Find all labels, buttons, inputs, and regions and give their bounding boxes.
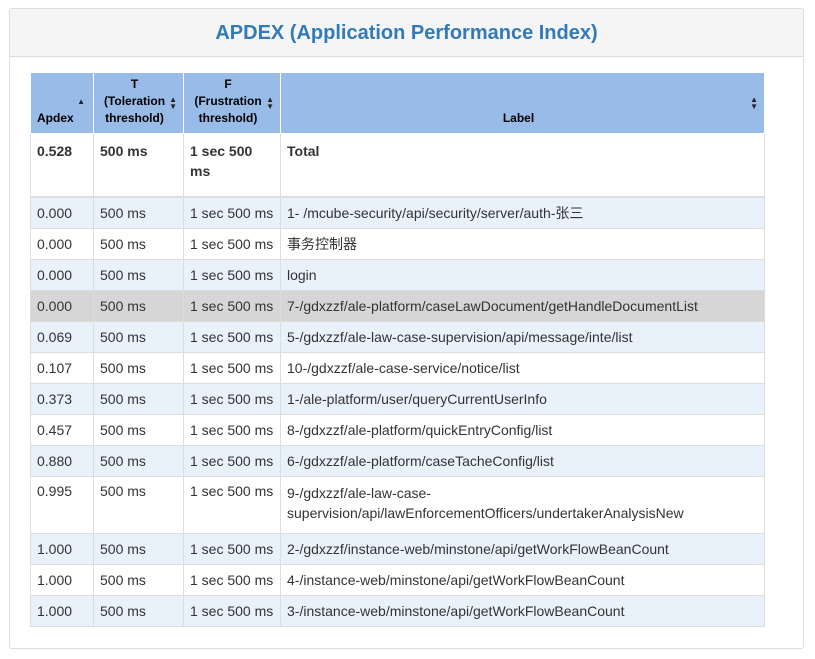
cell-frustration: 1 sec 500 ms [183, 321, 281, 353]
cell-toleration: 500 ms [93, 259, 184, 291]
cell-label: 5-/gdxzzf/ale-law-case-supervision/api/m… [280, 321, 765, 353]
cell-toleration: 500 ms [93, 352, 184, 384]
sort-both-icon: ▲ ▼ [266, 95, 274, 111]
cell-frustration: 1 sec 500 ms [183, 290, 281, 322]
cell-frustration: 1 sec 500 ms [183, 352, 281, 384]
table-row[interactable]: 0.457 500 ms 1 sec 500 ms 8-/gdxzzf/ale-pla… [30, 414, 765, 446]
total-apdex: 0.528 [30, 133, 94, 198]
cell-apdex: 1.000 [30, 595, 94, 627]
cell-frustration: 1 sec 500 ms [183, 564, 281, 596]
total-frustration: 1 sec 500 ms [183, 133, 281, 198]
cell-frustration: 1 sec 500 ms [183, 196, 281, 229]
header-apdex[interactable]: Apdex ▲ [30, 72, 94, 134]
header-toleration[interactable]: T (Toleration threshold) ▲ ▼ [93, 72, 184, 134]
cell-label: 6-/gdxzzf/ale-platform/caseTacheConfig/l… [280, 445, 765, 477]
cell-toleration: 500 ms [93, 414, 184, 446]
cell-label: 2-/gdxzzf/instance-web/minstone/api/getW… [280, 533, 765, 565]
cell-toleration: 500 ms [93, 533, 184, 565]
cell-frustration: 1 sec 500 ms [183, 445, 281, 477]
cell-apdex: 0.000 [30, 196, 94, 229]
header-label-text: Label [502, 111, 535, 125]
table-row[interactable]: 1.000 500 ms 1 sec 500 ms 4-/instance-web/m… [30, 564, 765, 596]
table-row[interactable]: 0.069 500 ms 1 sec 500 ms 5-/gdxzzf/ale-law… [30, 321, 765, 353]
total-row: 0.528 500 ms 1 sec 500 ms Total [30, 133, 765, 198]
cell-frustration: 1 sec 500 ms [183, 414, 281, 446]
table-row[interactable]: 0.373 500 ms 1 sec 500 ms 1-/ale-platform/u… [30, 383, 765, 415]
panel-title: APDEX (Application Performance Index) [215, 22, 598, 44]
cell-frustration: 1 sec 500 ms [183, 476, 281, 534]
sort-asc-icon: ▲ [77, 97, 85, 106]
table-row[interactable]: 0.995 500 ms 1 sec 500 ms 9-/gdxzzf/ale-law… [30, 476, 765, 534]
cell-label: 3-/instance-web/minstone/api/getWorkFlow… [280, 595, 765, 627]
table-row[interactable]: 1.000 500 ms 1 sec 500 ms 3-/instance-web/m… [30, 595, 765, 627]
cell-label: 9-/gdxzzf/ale-law-case-supervision/api/l… [280, 476, 765, 534]
sort-both-icon: ▲ ▼ [169, 95, 177, 111]
cell-apdex: 0.373 [30, 383, 94, 415]
cell-toleration: 500 ms [93, 383, 184, 415]
cell-label: 4-/instance-web/minstone/api/getWorkFlow… [280, 564, 765, 596]
header-apdex-label: Apdex [37, 111, 74, 125]
cell-apdex: 0.880 [30, 445, 94, 477]
table-row[interactable]: 0.000 500 ms 1 sec 500 ms 7-/gdxzzf/ale-pla… [30, 290, 765, 322]
cell-toleration: 500 ms [93, 228, 184, 260]
cell-frustration: 1 sec 500 ms [183, 228, 281, 260]
cell-toleration: 500 ms [93, 595, 184, 627]
cell-apdex: 0.000 [30, 228, 94, 260]
cell-label: 10-/gdxzzf/ale-case-service/notice/list [280, 352, 765, 384]
cell-toleration: 500 ms [93, 445, 184, 477]
cell-label: 8-/gdxzzf/ale-platform/quickEntryConfig/… [280, 414, 765, 446]
cell-toleration: 500 ms [93, 476, 184, 534]
cell-apdex: 0.069 [30, 321, 94, 353]
cell-label: login [280, 259, 765, 291]
cell-apdex: 1.000 [30, 564, 94, 596]
cell-label: 1- /mcube-security/api/security/server/a… [280, 196, 765, 229]
cell-toleration: 500 ms [93, 321, 184, 353]
table-row[interactable]: 0.107 500 ms 1 sec 500 ms 10-/gdxzzf/ale-ca… [30, 352, 765, 384]
cell-toleration: 500 ms [93, 290, 184, 322]
cell-apdex: 1.000 [30, 533, 94, 565]
cell-frustration: 1 sec 500 ms [183, 259, 281, 291]
total-toleration: 500 ms [93, 133, 184, 198]
cell-apdex: 0.000 [30, 259, 94, 291]
cell-label: 7-/gdxzzf/ale-platform/caseLawDocument/g… [280, 290, 765, 322]
cell-apdex: 0.457 [30, 414, 94, 446]
cell-frustration: 1 sec 500 ms [183, 595, 281, 627]
cell-frustration: 1 sec 500 ms [183, 533, 281, 565]
table-row[interactable]: 0.000 500 ms 1 sec 500 ms login [30, 259, 765, 291]
apdex-table: Apdex ▲ T (Toleration threshold) ▲ ▼ F (F… [30, 72, 765, 627]
cell-label: 1-/ale-platform/user/queryCurrentUserInf… [280, 383, 765, 415]
cell-apdex: 0.000 [30, 290, 94, 322]
table-row[interactable]: 1.000 500 ms 1 sec 500 ms 2-/gdxzzf/instanc… [30, 533, 765, 565]
table-row[interactable]: 0.000 500 ms 1 sec 500 ms 1- /mcube-securit… [30, 196, 765, 229]
panel-heading: APDEX (Application Performance Index) [10, 9, 803, 57]
cell-apdex: 0.995 [30, 476, 94, 534]
cell-toleration: 500 ms [93, 564, 184, 596]
cell-frustration: 1 sec 500 ms [183, 383, 281, 415]
cell-label: 事务控制器 [280, 228, 765, 260]
cell-toleration: 500 ms [93, 196, 184, 229]
total-label: Total [280, 133, 765, 198]
header-row: Apdex ▲ T (Toleration threshold) ▲ ▼ F (F… [30, 72, 765, 134]
header-frustration[interactable]: F (Frustration threshold) ▲ ▼ [183, 72, 281, 134]
cell-apdex: 0.107 [30, 352, 94, 384]
table-row[interactable]: 0.000 500 ms 1 sec 500 ms 事务控制器 [30, 228, 765, 260]
table-row[interactable]: 0.880 500 ms 1 sec 500 ms 6-/gdxzzf/ale-pla… [30, 445, 765, 477]
header-label[interactable]: Label ▲ ▼ [280, 72, 765, 134]
sort-both-icon: ▲ ▼ [750, 95, 758, 111]
